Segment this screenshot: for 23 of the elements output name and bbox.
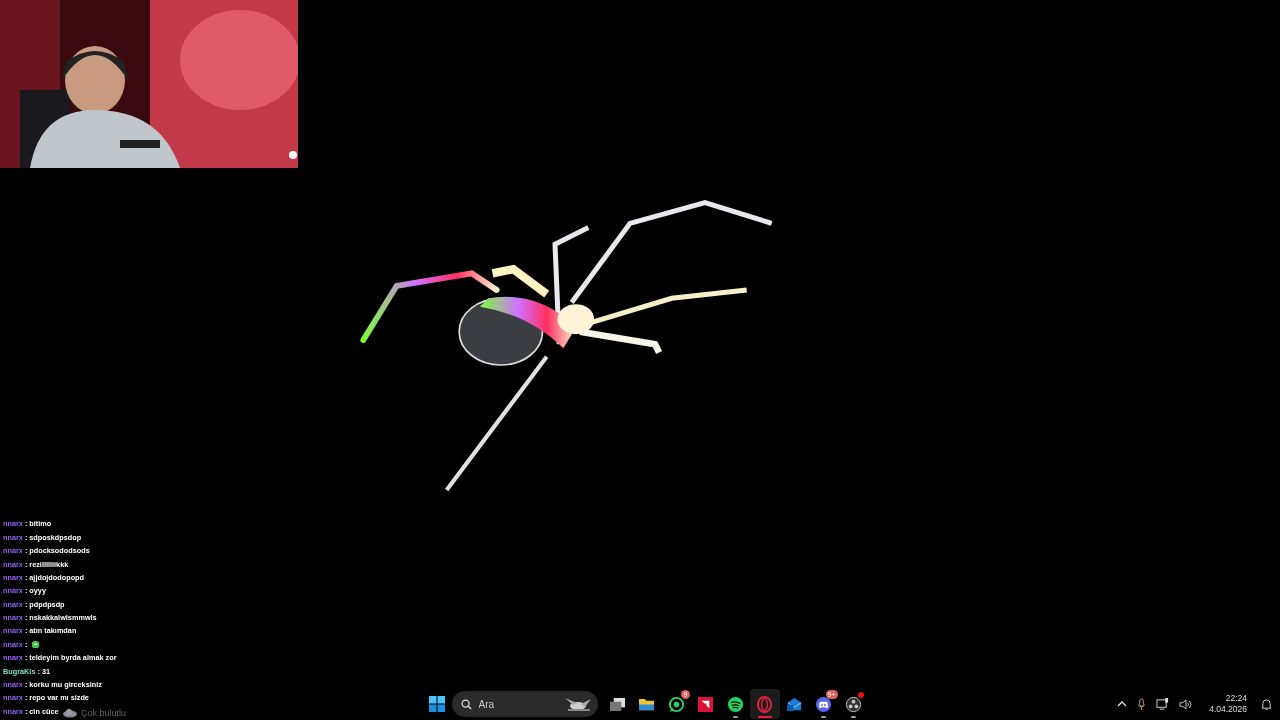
network-icon[interactable] [1156,697,1170,711]
sound-waves-icon [726,695,744,713]
search-icon [460,698,472,710]
clock-time: 22:24 [1225,693,1247,704]
chat-bubble-icon [667,695,685,713]
windows-logo-icon [428,696,445,712]
windows-stack-icon [608,696,626,712]
folder-icon [638,696,656,712]
clock-date: 4.04.2026 [1209,704,1247,715]
bell-icon[interactable] [1261,697,1272,711]
arrow-logo-icon [697,695,715,713]
ring-logo-icon [756,695,774,713]
mail-icon [785,695,803,713]
three-dots-logo-icon [844,695,862,713]
cloud-icon [62,708,78,718]
chevron-up-icon[interactable] [1117,701,1128,707]
weather-text: Çok bulutlu [81,708,127,718]
controller-logo-icon [815,695,833,713]
clock[interactable]: 22:24 4.04.2026 [1209,693,1247,715]
emote-icon [31,639,41,649]
microphone-icon[interactable] [1137,697,1147,711]
speaker-icon[interactable] [1179,698,1194,710]
search-field[interactable]: Ara [478,698,556,710]
